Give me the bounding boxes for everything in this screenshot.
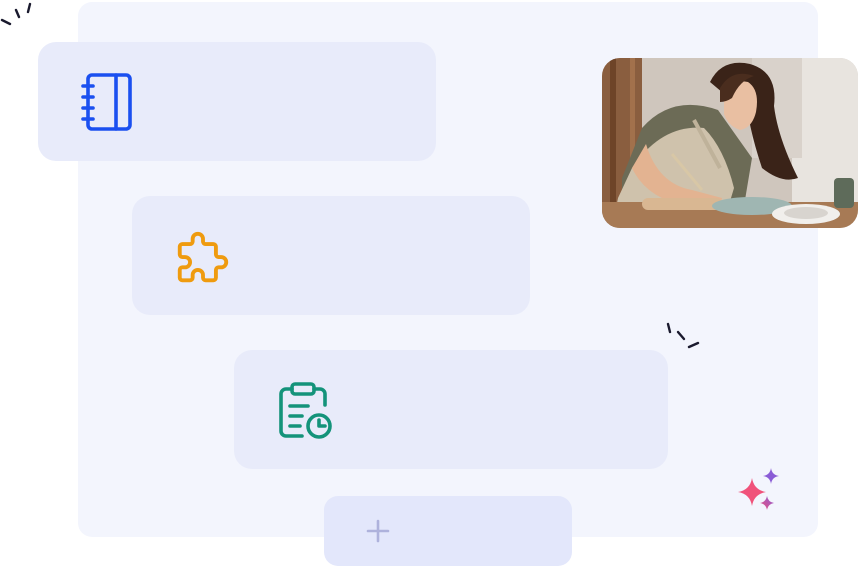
illustration <box>0 0 858 566</box>
clipboard-chart-icon <box>279 382 332 439</box>
sparkles-icon <box>738 468 779 510</box>
notebook-icon <box>81 73 132 131</box>
spark-lines-icon <box>0 2 32 26</box>
plus-icon <box>366 519 390 543</box>
photo-woman-painting-pottery <box>602 58 858 228</box>
add-card-button[interactable] <box>324 496 572 566</box>
spark-lines-icon <box>666 322 700 349</box>
puzzle-icon <box>177 231 229 283</box>
pottery-photo-illustration <box>602 58 858 228</box>
